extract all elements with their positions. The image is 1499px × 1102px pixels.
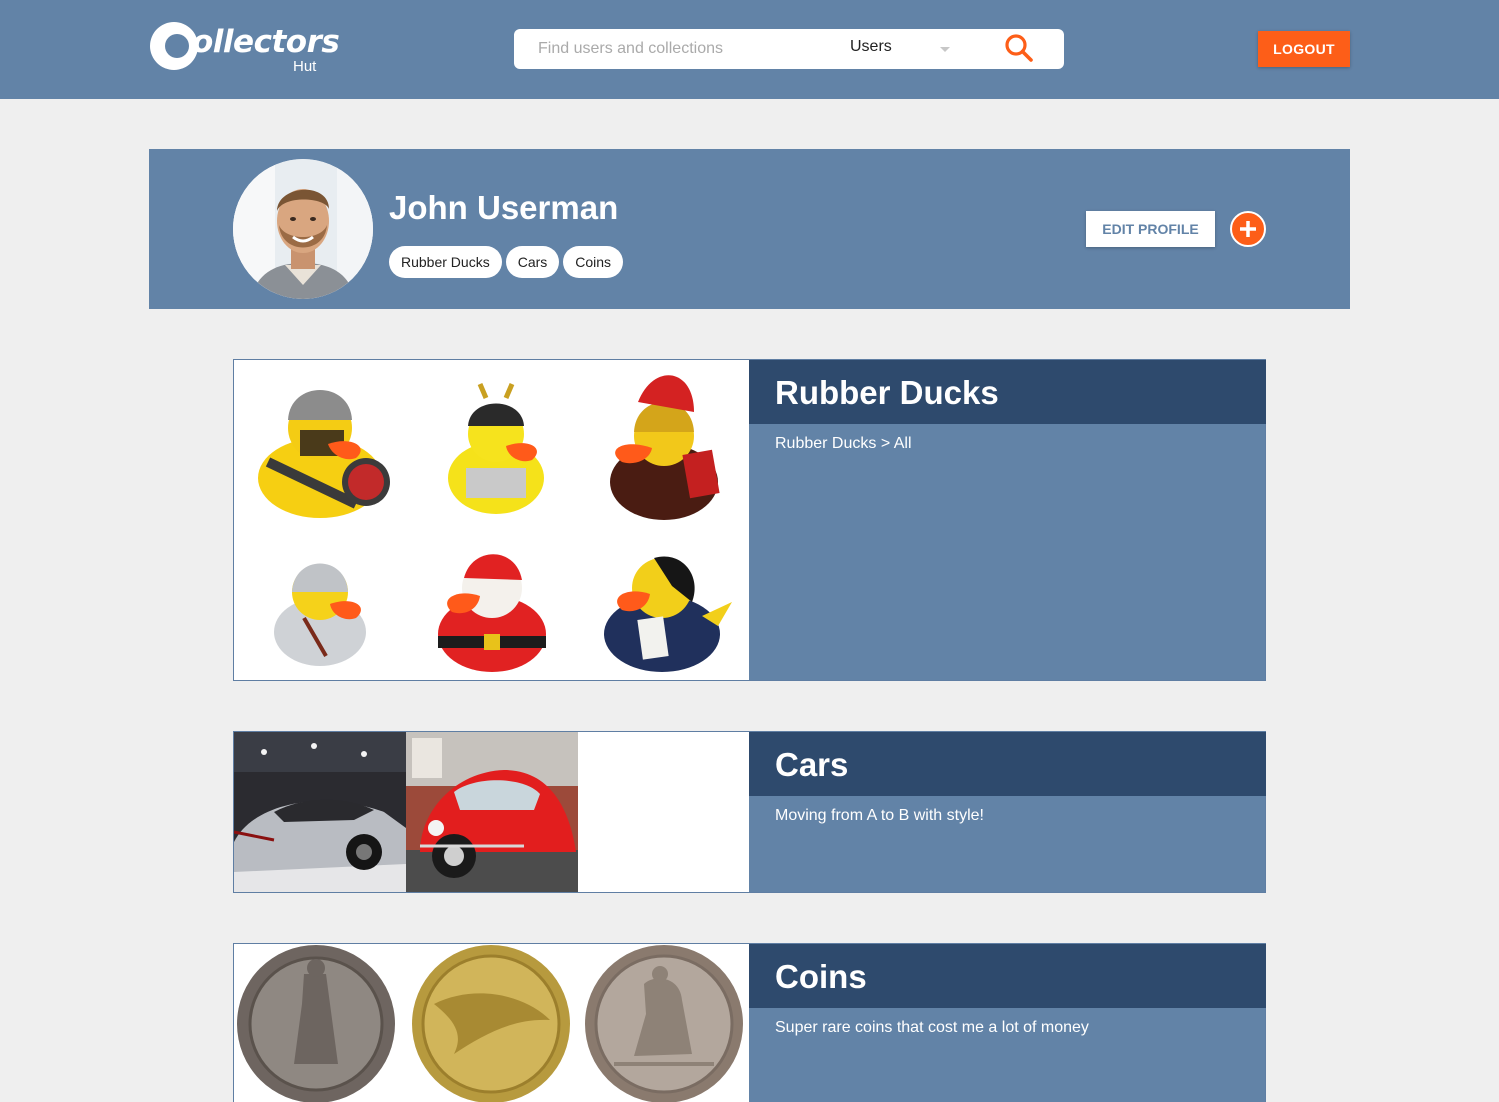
- chevron-down-icon[interactable]: [940, 47, 950, 52]
- collection-title[interactable]: Coins: [775, 958, 867, 996]
- collection-thumbnails: [234, 360, 749, 680]
- collection-description: Super rare coins that cost me a lot of m…: [775, 1019, 1089, 1036]
- coin-images: [237, 945, 743, 1102]
- collection-thumbnails: [234, 944, 749, 1102]
- logout-button[interactable]: LOGOUT: [1258, 31, 1350, 67]
- car-images: [234, 732, 578, 892]
- avatar: [233, 159, 373, 299]
- logo-c-mark: [150, 22, 198, 70]
- search-input[interactable]: [524, 35, 824, 63]
- collection-card-coins[interactable]: Coins Super rare coins that cost me a lo…: [233, 943, 1266, 1102]
- top-navbar: ollectors Hut Users LOGOUT: [0, 0, 1499, 99]
- search-icon: [1005, 34, 1033, 62]
- collection-description: Rubber Ducks > All: [775, 435, 912, 452]
- profile-banner: John Userman Rubber Ducks Cars Coins EDI…: [149, 149, 1350, 309]
- search-button[interactable]: [1002, 32, 1038, 66]
- collection-thumbnails: [234, 732, 749, 892]
- avatar-image: [233, 159, 373, 299]
- logo-text: ollectors: [192, 24, 340, 60]
- add-collection-button[interactable]: [1230, 211, 1266, 247]
- collection-title[interactable]: Rubber Ducks: [775, 374, 999, 412]
- profile-name: John Userman: [389, 189, 619, 226]
- collection-header: Rubber Ducks: [749, 360, 1266, 424]
- search-type-select[interactable]: Users: [850, 38, 892, 56]
- tag-coins[interactable]: Coins: [563, 246, 624, 278]
- profile-tags: Rubber Ducks Cars Coins: [389, 246, 624, 278]
- collection-header: Cars: [749, 732, 1266, 796]
- logo-subtext: Hut: [293, 58, 317, 75]
- tag-rubber-ducks[interactable]: Rubber Ducks: [389, 246, 502, 278]
- collection-card-cars[interactable]: Cars Moving from A to B with style!: [233, 731, 1266, 893]
- collection-header: Coins: [749, 944, 1266, 1008]
- collection-title[interactable]: Cars: [775, 746, 848, 784]
- tag-cars[interactable]: Cars: [505, 246, 560, 278]
- plus-icon: [1240, 221, 1256, 237]
- collection-description: Moving from A to B with style!: [775, 807, 984, 824]
- edit-profile-button[interactable]: EDIT PROFILE: [1086, 211, 1215, 247]
- collection-card-rubber-ducks[interactable]: Rubber Ducks Rubber Ducks > All: [233, 359, 1266, 681]
- collectors-hut-logo[interactable]: ollectors Hut: [150, 20, 340, 76]
- rubber-duck-images: [258, 375, 732, 672]
- search-bar: Users: [514, 29, 1064, 69]
